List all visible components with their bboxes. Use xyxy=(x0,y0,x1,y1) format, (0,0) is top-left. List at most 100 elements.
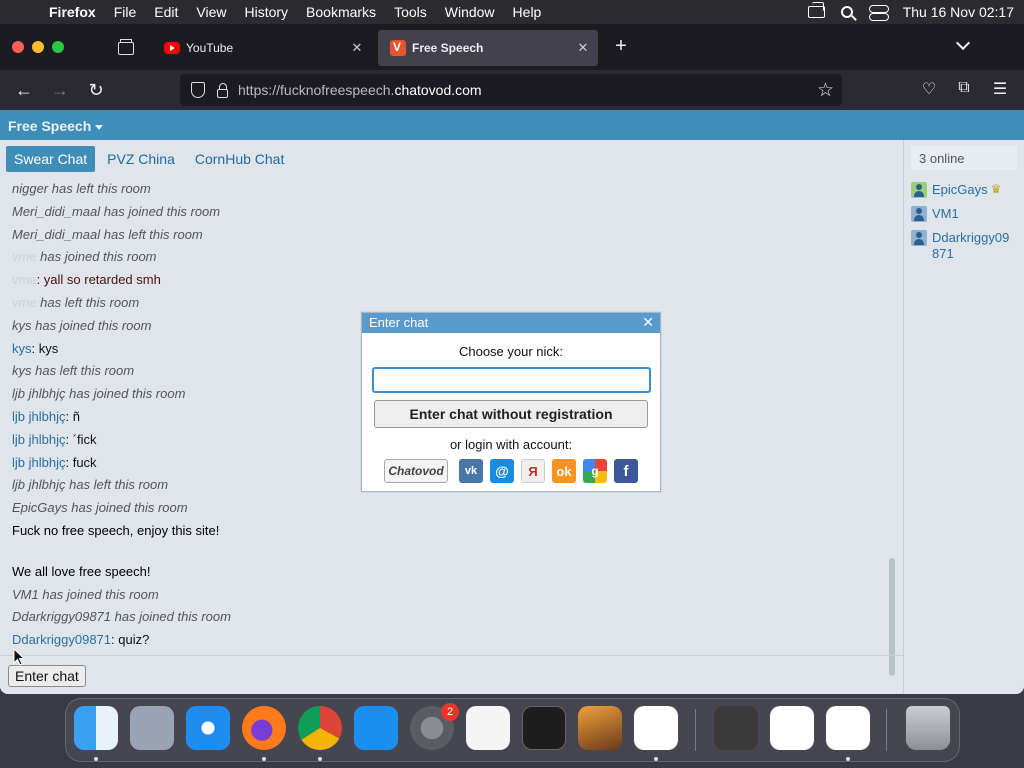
dock-separator xyxy=(886,709,887,751)
chat-message: vme: yall so retarded smh xyxy=(12,269,882,292)
reload-icon[interactable]: ↻ xyxy=(84,78,108,102)
close-tab-icon[interactable]: ✕ xyxy=(346,40,368,56)
enter-without-registration-button[interactable]: Enter chat without registration xyxy=(374,400,648,428)
chat-message: Meri_didi_maal has left this room xyxy=(12,226,203,242)
running-indicator xyxy=(94,757,98,761)
lock-icon[interactable] xyxy=(217,82,228,98)
message-nick[interactable]: ljb jhlbhjç xyxy=(12,432,65,447)
display-mirroring-icon[interactable] xyxy=(807,2,825,18)
site-title-text: Free Speech xyxy=(8,118,92,134)
back-arrow-icon[interactable]: ← xyxy=(12,78,36,102)
google-login-icon[interactable]: g xyxy=(583,459,607,483)
facebook-login-icon[interactable]: f xyxy=(614,459,638,483)
user-list-item[interactable]: EpicGays ♛ xyxy=(911,182,1001,198)
menu-clock[interactable]: Thu 16 Nov 02:17 xyxy=(903,4,1014,20)
running-indicator xyxy=(846,757,850,761)
firefox-view-icon[interactable] xyxy=(114,36,136,58)
bookmark-star-icon[interactable]: ☆ xyxy=(817,79,834,102)
url-bar[interactable]: https://fucknofreespeech.chatovod.com ☆ xyxy=(180,74,842,106)
mouse-cursor-icon xyxy=(13,648,25,666)
list-all-tabs-chevron-icon[interactable] xyxy=(956,36,972,52)
message-text: has left this room xyxy=(36,294,140,310)
trash-icon[interactable] xyxy=(906,706,950,750)
message-text: : ´fick xyxy=(65,431,97,447)
menu-edit[interactable]: Edit xyxy=(145,4,187,20)
chrome-icon[interactable] xyxy=(298,706,342,750)
message-nick[interactable]: Ddarkriggy09871 xyxy=(12,632,111,647)
menu-tools[interactable]: Tools xyxy=(385,4,436,20)
menu-help[interactable]: Help xyxy=(504,4,551,20)
shield-icon[interactable] xyxy=(191,82,205,98)
chat-bottom-bar: Enter chat xyxy=(0,655,904,694)
launchpad-icon[interactable] xyxy=(130,706,174,750)
navigation-toolbar: ← → ↻ https://fucknofreespeech.chatovod.… xyxy=(0,70,1024,110)
tab-free-speech[interactable]: Free Speech ✕ xyxy=(378,30,598,66)
vk-login-icon[interactable]: vk xyxy=(459,459,483,483)
chat-message: vme has joined this room xyxy=(12,246,882,269)
url-text[interactable]: https://fucknofreespeech.chatovod.com xyxy=(238,82,482,98)
message-text: has joined this room xyxy=(36,249,157,265)
users-panel: 3 online EpicGays ♛ VM1 Ddarkriggy09 871 xyxy=(905,140,1024,694)
running-indicator xyxy=(262,757,266,761)
social-login-row: Chatovod vk @ Я ok g f xyxy=(362,459,660,483)
zoom-window-button[interactable] xyxy=(52,41,64,53)
minimize-window-button[interactable] xyxy=(32,41,44,53)
user-icon xyxy=(911,230,927,246)
tab-youtube[interactable]: YouTube ✕ xyxy=(152,30,372,66)
message-nick[interactable]: kys xyxy=(12,341,32,356)
menu-window[interactable]: Window xyxy=(436,4,504,20)
extensions-puzzle-icon[interactable]: ⧉ xyxy=(953,79,975,97)
menu-history[interactable]: History xyxy=(235,4,297,20)
visual-studio-icon[interactable] xyxy=(826,706,870,750)
menu-view[interactable]: View xyxy=(187,4,235,20)
chatovod-login-button[interactable]: Chatovod xyxy=(384,459,448,483)
room-tab-swear-chat[interactable]: Swear Chat xyxy=(6,146,96,172)
spotlight-search-icon[interactable] xyxy=(840,6,853,18)
textedit-icon[interactable] xyxy=(466,706,510,750)
app-store-icon[interactable] xyxy=(354,706,398,750)
odnoklassniki-login-icon[interactable]: ok xyxy=(552,459,576,483)
garageband-guitar-icon[interactable] xyxy=(578,706,622,750)
control-center-icon[interactable] xyxy=(868,5,889,21)
firefox-icon[interactable] xyxy=(242,706,286,750)
redacted-nick: vme xyxy=(12,272,37,288)
chat-message: nigger has left this room xyxy=(12,181,151,196)
message-text: : fuck xyxy=(65,454,97,470)
safari-icon[interactable] xyxy=(186,706,230,750)
user-list-item[interactable]: Ddarkriggy09 871 xyxy=(911,230,1014,262)
yandex-login-icon[interactable]: Я xyxy=(521,459,545,483)
tab-title: Free Speech xyxy=(412,41,484,55)
terminal-icon[interactable] xyxy=(522,706,566,750)
chat-message: Ddarkriggy09871 has joined this room xyxy=(12,609,231,625)
nick-label: Choose your nick: xyxy=(458,344,564,359)
pocket-icon[interactable]: ♡ xyxy=(918,79,940,99)
close-tab-icon[interactable]: ✕ xyxy=(572,40,594,56)
message-nick[interactable]: ljb jhlbhjç xyxy=(12,455,65,470)
url-prefix: https://fucknofreespeech. xyxy=(238,82,395,98)
vscode-icon[interactable] xyxy=(634,706,678,750)
keychain-access-icon[interactable] xyxy=(714,706,758,750)
close-icon[interactable]: ✕ xyxy=(642,314,654,331)
login-label: or login with account: xyxy=(449,437,573,452)
room-tab-cornhub-chat[interactable]: CornHub Chat xyxy=(187,146,293,172)
nick-input[interactable] xyxy=(371,367,651,393)
forward-arrow-icon[interactable]: → xyxy=(48,78,72,102)
online-count: 3 online xyxy=(911,146,1017,170)
message-text: : yall so retarded smh xyxy=(36,272,161,288)
hamburger-menu-icon[interactable]: ☰ xyxy=(989,79,1011,99)
menu-app-name[interactable]: Firefox xyxy=(40,4,105,20)
close-window-button[interactable] xyxy=(12,41,24,53)
new-tab-plus-icon[interactable]: + xyxy=(610,35,632,58)
notification-badge: 2 xyxy=(441,703,459,721)
finder-icon[interactable] xyxy=(74,706,118,750)
message-nick[interactable]: ljb jhlbhjç xyxy=(12,409,65,424)
mailru-login-icon[interactable]: @ xyxy=(490,459,514,483)
menu-bookmarks[interactable]: Bookmarks xyxy=(297,4,385,20)
site-title-dropdown[interactable]: Free Speech xyxy=(8,118,104,134)
running-indicator xyxy=(318,757,322,761)
menu-file[interactable]: File xyxy=(105,4,146,20)
home-app-icon[interactable] xyxy=(770,706,814,750)
enter-chat-button[interactable]: Enter chat xyxy=(8,665,86,687)
user-list-item[interactable]: VM1 xyxy=(911,206,959,222)
room-tab-pvz-china[interactable]: PVZ China xyxy=(99,146,183,172)
